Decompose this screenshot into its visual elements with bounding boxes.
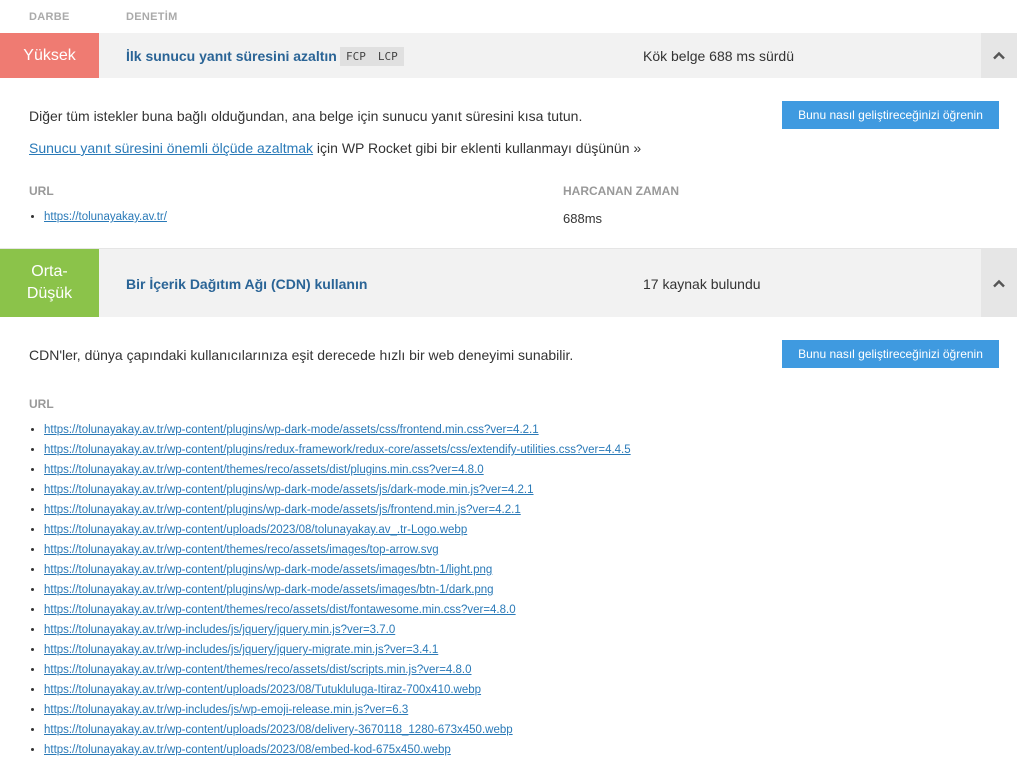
metric-tag-lcp: LCP (371, 47, 404, 66)
url-link[interactable]: https://tolunayakay.av.tr/wp-content/the… (44, 664, 472, 676)
list-item: https://tolunayakay.av.tr/wp-content/the… (44, 603, 631, 623)
audit-title: İlk sunucu yanıt süresini azaltın (126, 48, 337, 64)
column-header-row: DARBE DENETİM (0, 0, 1017, 33)
list-item: https://tolunayakay.av.tr/wp-content/the… (44, 663, 631, 683)
impact-label-line1: Orta- (31, 263, 68, 280)
list-item: https://tolunayakay.av.tr/wp-content/the… (44, 463, 631, 483)
url-link[interactable]: https://tolunayakay.av.tr/wp-content/plu… (44, 584, 494, 596)
audit-row-cdn[interactable]: Orta- Düşük Bir İçerik Dağıtım Ağı (CDN)… (0, 249, 1017, 317)
impact-column-header: DARBE (29, 11, 70, 23)
collapse-toggle[interactable] (981, 249, 1017, 317)
url-link[interactable]: https://tolunayakay.av.tr/wp-content/plu… (44, 504, 521, 516)
time-value: 688ms (563, 211, 603, 226)
learn-more-button[interactable]: Bunu nasıl geliştireceğinizi öğrenin (782, 340, 999, 368)
time-column-header: HARCANAN ZAMAN (563, 184, 679, 198)
audit-description: Diğer tüm istekler buna bağlı olduğundan… (29, 108, 583, 124)
list-item: https://tolunayakay.av.tr/wp-content/upl… (44, 743, 631, 763)
metric-tags: FCP LCP (340, 47, 404, 66)
url-link[interactable]: https://tolunayakay.av.tr/wp-content/the… (44, 604, 516, 616)
impact-badge-high: Yüksek (0, 33, 99, 78)
audit-row-server-response[interactable]: Yüksek İlk sunucu yanıt süresini azaltın… (0, 33, 1017, 78)
url-link[interactable]: https://tolunayakay.av.tr/wp-content/plu… (44, 484, 534, 496)
hint-link[interactable]: Sunucu yanıt süresini önemli ölçüde azal… (29, 140, 313, 156)
collapse-toggle[interactable] (981, 33, 1017, 78)
impact-badge-medium-low: Orta- Düşük (0, 249, 99, 317)
list-item: https://tolunayakay.av.tr/wp-content/upl… (44, 723, 631, 743)
list-item: https://tolunayakay.av.tr/wp-includes/js… (44, 703, 631, 723)
url-list: https://tolunayakay.av.tr/ (29, 210, 167, 230)
url-link[interactable]: https://tolunayakay.av.tr/ (44, 211, 167, 223)
list-item: https://tolunayakay.av.tr/wp-content/plu… (44, 423, 631, 443)
list-item: https://tolunayakay.av.tr/wp-includes/js… (44, 623, 631, 643)
impact-label-line2: Düşük (26, 285, 73, 302)
list-item: https://tolunayakay.av.tr/wp-content/upl… (44, 683, 631, 703)
url-link[interactable]: https://tolunayakay.av.tr/wp-content/plu… (44, 444, 631, 456)
chevron-up-icon (993, 279, 1005, 287)
url-column-header: URL (29, 397, 54, 411)
list-item: https://tolunayakay.av.tr/wp-content/plu… (44, 483, 631, 503)
list-item: https://tolunayakay.av.tr/wp-content/plu… (44, 443, 631, 463)
url-link[interactable]: https://tolunayakay.av.tr/wp-content/plu… (44, 424, 539, 436)
audit-description: CDN'ler, dünya çapındaki kullanıcılarını… (29, 347, 574, 363)
list-item: https://tolunayakay.av.tr/wp-includes/js… (44, 643, 631, 663)
url-link[interactable]: https://tolunayakay.av.tr/wp-content/the… (44, 464, 484, 476)
list-item: https://tolunayakay.av.tr/wp-content/plu… (44, 503, 631, 523)
url-link[interactable]: https://tolunayakay.av.tr/wp-includes/js… (44, 704, 408, 716)
url-link[interactable]: https://tolunayakay.av.tr/wp-includes/js… (44, 644, 438, 656)
list-item: https://tolunayakay.av.tr/wp-content/upl… (44, 523, 631, 543)
audit-title: Bir İçerik Dağıtım Ağı (CDN) kullanın (126, 276, 368, 292)
hint-text: için WP Rocket gibi bir eklenti kullanma… (313, 140, 642, 156)
url-list: https://tolunayakay.av.tr/wp-content/plu… (29, 423, 631, 763)
url-link[interactable]: https://tolunayakay.av.tr/wp-content/upl… (44, 524, 467, 536)
audit-summary: 17 kaynak bulundu (643, 276, 761, 292)
url-column-header: URL (29, 184, 54, 198)
list-item: https://tolunayakay.av.tr/wp-content/plu… (44, 583, 631, 603)
list-item: https://tolunayakay.av.tr/wp-content/plu… (44, 563, 631, 583)
metric-tag-fcp: FCP (340, 47, 372, 66)
audit-summary: Kök belge 688 ms sürdü (643, 48, 794, 64)
url-link[interactable]: https://tolunayakay.av.tr/wp-content/the… (44, 544, 439, 556)
list-item: https://tolunayakay.av.tr/ (44, 210, 167, 230)
url-link[interactable]: https://tolunayakay.av.tr/wp-includes/js… (44, 624, 395, 636)
chevron-up-icon (993, 51, 1005, 60)
url-link[interactable]: https://tolunayakay.av.tr/wp-content/upl… (44, 724, 513, 736)
audit-column-header: DENETİM (126, 11, 178, 23)
list-item: https://tolunayakay.av.tr/wp-content/the… (44, 543, 631, 563)
url-link[interactable]: https://tolunayakay.av.tr/wp-content/plu… (44, 564, 492, 576)
audit-hint: Sunucu yanıt süresini önemli ölçüde azal… (29, 140, 641, 156)
learn-more-button[interactable]: Bunu nasıl geliştireceğinizi öğrenin (782, 101, 999, 129)
url-link[interactable]: https://tolunayakay.av.tr/wp-content/upl… (44, 684, 481, 696)
url-link[interactable]: https://tolunayakay.av.tr/wp-content/upl… (44, 744, 451, 756)
